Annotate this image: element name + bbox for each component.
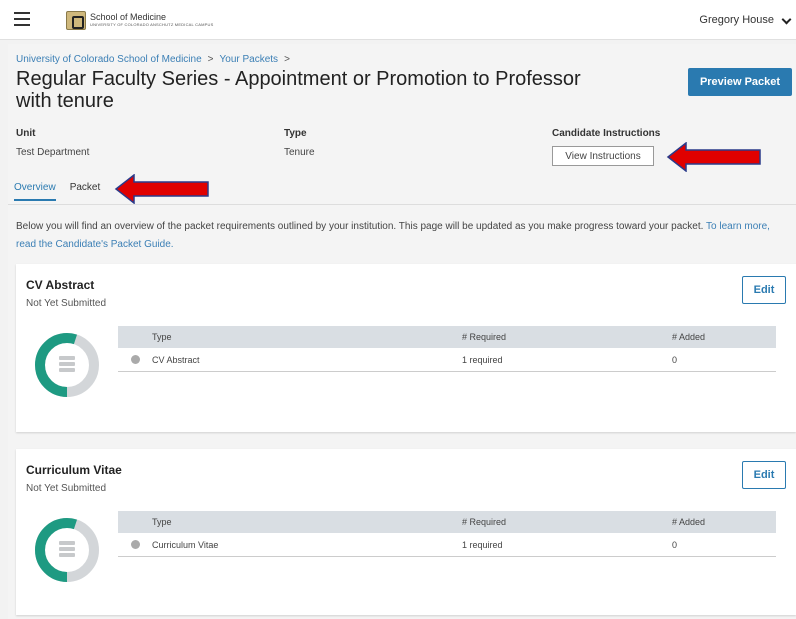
page-title: Regular Faculty Series - Appointment or … [16, 68, 581, 112]
chevron-down-icon[interactable] [781, 14, 792, 25]
row-type: CV Abstract [152, 354, 200, 365]
unit-field: Unit Test Department [16, 128, 89, 158]
type-label: Type [284, 128, 307, 139]
candidate-instructions-field: Candidate Instructions [552, 128, 660, 139]
type-value: Tenure [284, 147, 315, 158]
type-field: Type Tenure [284, 128, 315, 158]
table-header: Type # Required # Added [118, 511, 776, 533]
card-title: CV Abstract [26, 278, 95, 292]
main-content: University of Colorado School of Medicin… [8, 44, 796, 619]
breadcrumb: University of Colorado School of Medicin… [16, 54, 290, 65]
intro-body: Below you will find an overview of the p… [16, 221, 704, 232]
row-required: 1 required [462, 539, 503, 550]
row-type: Curriculum Vitae [152, 539, 219, 550]
edit-button[interactable]: Edit [742, 461, 786, 489]
candidate-instructions-label: Candidate Instructions [552, 128, 661, 139]
progress-donut [35, 333, 99, 397]
tab-divider [8, 204, 796, 205]
edit-button[interactable]: Edit [742, 276, 786, 304]
header-type: Type [152, 332, 172, 342]
user-menu[interactable]: Gregory House [699, 14, 774, 26]
document-stack-icon [59, 356, 75, 372]
requirements-table: Type # Required # Added Curriculum Vitae… [118, 511, 776, 557]
requirement-card-curriculum-vitae: Curriculum Vitae Not Yet Submitted Edit … [16, 449, 796, 615]
row-added: 0 [672, 539, 678, 550]
document-stack-icon [59, 541, 75, 557]
header-added: # Added [672, 332, 706, 342]
breadcrumb-separator: > [207, 54, 214, 65]
university-logo[interactable]: School of Medicine UNIVERSITY OF COLORAD… [66, 10, 213, 30]
logo-text: School of Medicine UNIVERSITY OF COLORAD… [90, 12, 213, 28]
logo-line2: UNIVERSITY OF COLORADO ANSCHUTZ MEDICAL … [90, 22, 214, 27]
tab-overview[interactable]: Overview [14, 182, 56, 201]
header-required: # Required [462, 517, 507, 527]
breadcrumb-item-packets[interactable]: Your Packets [220, 54, 279, 65]
card-status: Not Yet Submitted [26, 298, 107, 309]
view-instructions-button[interactable]: View Instructions [552, 146, 654, 166]
breadcrumb-separator: > [284, 54, 290, 65]
status-dot-icon [130, 540, 140, 549]
header-required: # Required [462, 332, 507, 342]
status-dot-icon [130, 355, 140, 364]
top-navigation-bar: School of Medicine UNIVERSITY OF COLORAD… [0, 0, 796, 40]
header-type: Type [152, 517, 172, 527]
tab-bar: Overview Packet [14, 182, 100, 201]
breadcrumb-item-school[interactable]: University of Colorado School of Medicin… [16, 54, 202, 65]
table-header: Type # Required # Added [118, 326, 776, 348]
row-added: 0 [672, 354, 678, 365]
arrow-left-icon [114, 174, 209, 204]
tab-packet[interactable]: Packet [70, 182, 101, 201]
card-title: Curriculum Vitae [26, 463, 122, 477]
preview-packet-button[interactable]: Preview Packet [688, 68, 792, 96]
requirement-card-cv-abstract: CV Abstract Not Yet Submitted Edit Type … [16, 264, 796, 432]
intro-text: Below you will find an overview of the p… [16, 218, 792, 254]
table-row[interactable]: Curriculum Vitae 1 required 0 [118, 533, 776, 557]
header-added: # Added [672, 517, 706, 527]
progress-donut [35, 518, 99, 582]
menu-icon[interactable] [14, 12, 30, 26]
unit-value: Test Department [16, 147, 90, 158]
requirements-table: Type # Required # Added CV Abstract 1 re… [118, 326, 776, 372]
arrow-left-icon [666, 142, 761, 172]
logo-line1: School of Medicine [90, 12, 167, 22]
card-status: Not Yet Submitted [26, 483, 107, 494]
university-logo-icon [66, 10, 86, 30]
row-required: 1 required [462, 354, 503, 365]
unit-label: Unit [16, 128, 36, 139]
table-row[interactable]: CV Abstract 1 required 0 [118, 348, 776, 372]
